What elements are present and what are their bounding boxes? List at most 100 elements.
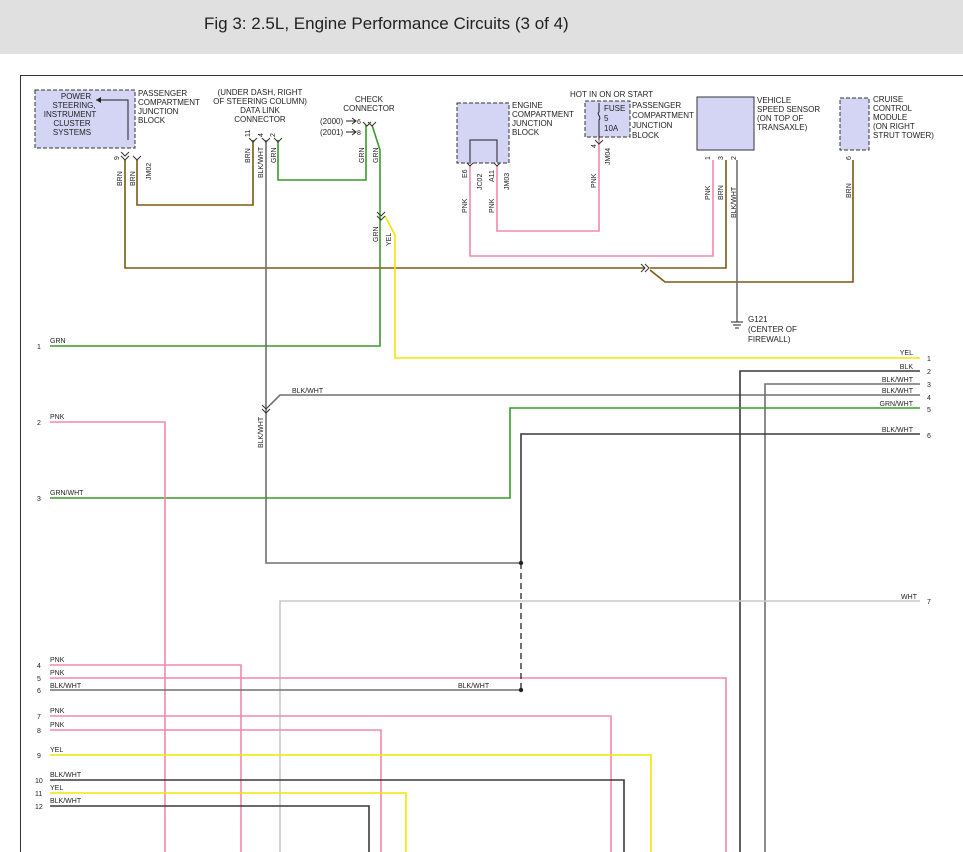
cruise-label: MODULE bbox=[873, 113, 907, 122]
wire-yel-pin1 bbox=[384, 215, 920, 359]
wire-pnk-l4 bbox=[50, 664, 242, 852]
ground-icon bbox=[731, 318, 743, 329]
check-arrow bbox=[346, 117, 357, 136]
right-pin-num: 5 bbox=[927, 407, 931, 414]
fuse-label: FUSE bbox=[604, 104, 625, 113]
dlc-label: CONNECTOR bbox=[234, 115, 286, 124]
pin-number: 8 bbox=[357, 130, 361, 137]
cruise-label: (ON RIGHT bbox=[873, 122, 915, 131]
wire-label: PNK bbox=[591, 173, 598, 188]
pjb1-label: COMPARTMENT bbox=[138, 98, 200, 107]
connector-id: JM04 bbox=[605, 148, 612, 165]
connector-id: JM03 bbox=[504, 173, 511, 190]
left-pin-num: 1 bbox=[37, 344, 41, 351]
wire-blkwht-l12 bbox=[50, 805, 370, 852]
right-pin-color: BLK/WHT bbox=[882, 427, 914, 434]
pin-number: 6 bbox=[846, 156, 853, 160]
wire-label: GRN bbox=[271, 147, 278, 163]
right-pin-color: BLK/WHT bbox=[882, 388, 914, 395]
pjb2-label: COMPARTMENT bbox=[632, 111, 694, 120]
wire-label: PNK bbox=[705, 185, 712, 200]
pjb1-label: BLOCK bbox=[138, 116, 166, 125]
right-pin-num: 7 bbox=[927, 599, 931, 606]
vss-label: TRANSAXLE) bbox=[757, 123, 808, 132]
wire-label: BLK/WHT bbox=[258, 416, 265, 448]
left-pin-color: PNK bbox=[50, 670, 65, 677]
right-pin-color: BLK/WHT bbox=[882, 377, 914, 384]
right-pin-num: 2 bbox=[927, 369, 931, 376]
connector-id: JC02 bbox=[477, 174, 484, 190]
ps-label: INSTRUMENT bbox=[44, 110, 97, 119]
wire-label: BRN bbox=[245, 148, 252, 163]
wire-label: YEL bbox=[386, 233, 393, 246]
vss-box bbox=[696, 96, 755, 151]
wire-pnk-l7 bbox=[50, 715, 612, 852]
pin-number: 6 bbox=[357, 119, 361, 126]
cruise-box bbox=[839, 97, 870, 151]
wire-blkwht-r6 bbox=[520, 433, 920, 563]
left-pin-num: 5 bbox=[37, 676, 41, 683]
wire-label: PNK bbox=[489, 198, 496, 213]
wire-grn-pin1 bbox=[50, 124, 381, 347]
wire-blkwht-r3 bbox=[764, 383, 920, 852]
pin-number: 11 bbox=[245, 130, 252, 137]
left-pin-num: 3 bbox=[37, 496, 41, 503]
ground-label: FIREWALL) bbox=[748, 335, 791, 344]
splice-dot bbox=[518, 560, 524, 566]
connector-id: JM02 bbox=[146, 163, 153, 180]
vss-label: VEHICLE bbox=[757, 96, 791, 105]
ps-label: CLUSTER bbox=[53, 119, 91, 128]
wire-label: BLK/WHT bbox=[258, 146, 265, 178]
cruise-label: STRUT TOWER) bbox=[873, 131, 934, 140]
dlc-label: DATA LINK bbox=[240, 106, 280, 115]
left-pin-color: BLK/WHT bbox=[50, 798, 82, 805]
left-pin-num: 9 bbox=[37, 753, 41, 760]
ejb-label: BLOCK bbox=[512, 128, 540, 137]
dlc-label: (UNDER DASH, RIGHT bbox=[218, 88, 303, 97]
engine-jb-box bbox=[456, 102, 510, 164]
pin-number: E6 bbox=[462, 169, 469, 178]
fuse-label: 5 bbox=[604, 114, 609, 123]
wiring-diagram: POWER STEERING, INSTRUMENT CLUSTER SYSTE… bbox=[34, 88, 934, 852]
left-pin-color: GRN/WHT bbox=[50, 490, 84, 497]
wire-blkwht-splice bbox=[269, 394, 920, 406]
wire-blkwht-l10 bbox=[50, 779, 625, 852]
wire-pnk-l2 bbox=[50, 421, 166, 852]
wire-label: GRN bbox=[359, 147, 366, 163]
left-pin-color: PNK bbox=[50, 722, 65, 729]
wire-label: GRN bbox=[373, 147, 380, 163]
pjb2-label: JUNCTION bbox=[632, 121, 673, 130]
wire-label: BLK/WHT bbox=[731, 186, 738, 218]
pjb2-label: PASSENGER bbox=[632, 101, 681, 110]
pin-number: 1 bbox=[705, 156, 712, 160]
splice-dot bbox=[518, 687, 524, 693]
pin-number: 4 bbox=[591, 144, 598, 148]
wire-grnwht-r5 bbox=[50, 407, 920, 499]
left-pin-num: 10 bbox=[35, 778, 43, 785]
vss-label: SPEED SENSOR bbox=[757, 105, 820, 114]
ejb-label: ENGINE bbox=[512, 101, 543, 110]
wire-label: BLK/WHT bbox=[292, 388, 324, 395]
ejb-label: JUNCTION bbox=[512, 119, 553, 128]
wire-label: GRN bbox=[373, 226, 380, 242]
fuse-label: 10A bbox=[604, 124, 619, 133]
right-pin-num: 6 bbox=[927, 433, 931, 440]
cruise-label: CONTROL bbox=[873, 104, 913, 113]
right-pin-num: 4 bbox=[927, 395, 931, 402]
left-pin-color: PNK bbox=[50, 657, 65, 664]
wire-label: BRN bbox=[718, 185, 725, 200]
wire-label: BLK/WHT bbox=[458, 683, 490, 690]
wire-pnk-l8 bbox=[50, 729, 382, 852]
left-pin-num: 6 bbox=[37, 688, 41, 695]
right-pin-color: GRN/WHT bbox=[880, 401, 914, 408]
wire-label: BRN bbox=[846, 183, 853, 198]
connector-chevron bbox=[362, 121, 377, 127]
connector-chevron bbox=[376, 211, 386, 221]
left-pin-color: YEL bbox=[50, 747, 63, 754]
connector-chevron bbox=[132, 155, 142, 161]
wire-brn-dlc bbox=[136, 140, 254, 206]
right-pin-color: YEL bbox=[900, 350, 913, 357]
wire-brn-trunk-right bbox=[649, 160, 854, 283]
dlc-label: OF STEERING COLUMN) bbox=[213, 97, 307, 106]
wire-label: BRN bbox=[117, 171, 124, 186]
